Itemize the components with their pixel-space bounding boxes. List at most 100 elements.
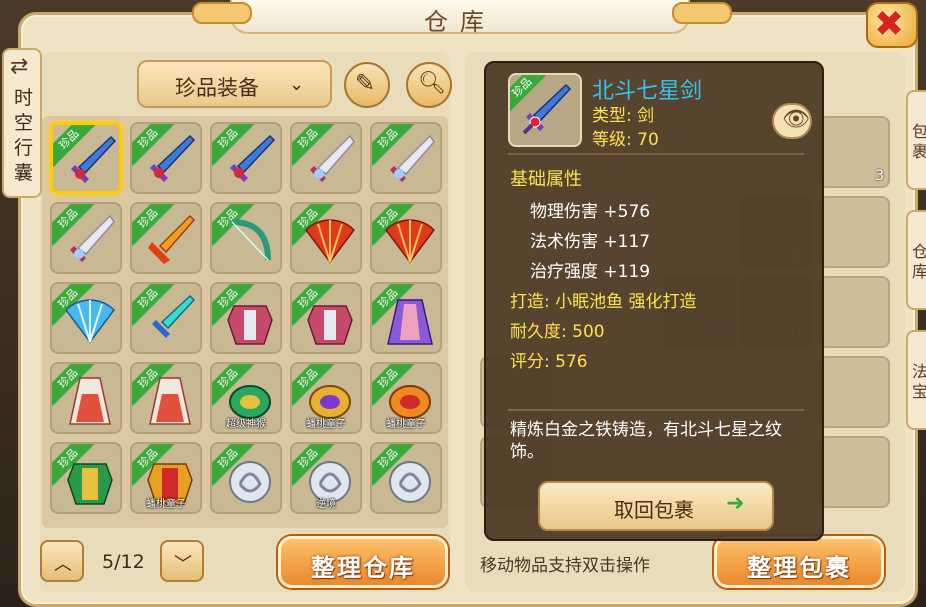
tooltip-attr-row: 物理伤害 +576	[530, 202, 651, 222]
red-fan-icon	[385, 219, 435, 264]
tooltip-base-attrs-title: 基础属性	[510, 169, 582, 190]
tooltip-item-icon: 珍品	[508, 73, 582, 147]
warehouse-item-slot[interactable]: 珍品	[290, 282, 362, 354]
warehouse-item-slot[interactable]: 珍品	[370, 202, 442, 274]
bag-item-slot[interactable]	[818, 276, 890, 348]
warehouse-item-slot[interactable]: 珍品	[210, 282, 282, 354]
tooltip-description: 精炼白金之铁铸造，有北斗七星之纹饰。	[510, 420, 782, 462]
warehouse-item-slot[interactable]: 珍品	[50, 282, 122, 354]
page-prev-button[interactable]: ︿	[40, 540, 84, 582]
tooltip-item-art: 珍品	[510, 75, 580, 145]
pencil-icon: ✎	[355, 69, 376, 97]
warehouse-item-slot[interactable]: 珍品 超级神猴	[210, 362, 282, 434]
purple-robe-icon	[387, 299, 433, 345]
bag-item-slot[interactable]	[818, 196, 890, 268]
tab-treasure-label: 法宝	[912, 362, 926, 401]
sword-icon	[522, 83, 572, 135]
tooltip-attr-row: 治疗强度 +119	[530, 262, 651, 282]
bag-item-slot[interactable]	[818, 436, 890, 508]
edit-button[interactable]: ✎	[344, 62, 390, 108]
title-bar: 仓库	[192, 0, 732, 36]
warehouse-item-slot[interactable]: 珍品	[210, 442, 282, 514]
warehouse-item-slot[interactable]: 珍品	[130, 282, 202, 354]
tab-warehouse[interactable]: 仓库	[906, 210, 926, 310]
tab-bag[interactable]: 包裹	[906, 90, 926, 190]
cyan-dagger-icon	[152, 294, 196, 338]
warehouse-item-slot[interactable]: 珍品	[50, 202, 122, 274]
category-dropdown-label: 珍品装备	[175, 76, 259, 100]
warehouse-item-slot[interactable]: 珍品	[370, 442, 442, 514]
warehouse-item-slot[interactable]: 珍品	[290, 122, 362, 194]
search-button[interactable]: 🔍︎	[406, 62, 452, 108]
side-tab-time-bag[interactable]: ⇄ 时空行囊	[2, 48, 42, 198]
item-count: 3	[875, 168, 884, 184]
preview-button[interactable]: 👁︎	[772, 103, 812, 139]
red-fan-icon	[305, 219, 355, 264]
chevron-down-icon: ⌄	[289, 74, 305, 95]
warehouse-grid: 珍品 珍品 珍品 珍品 珍品 珍品 珍品 珍品 珍品 珍品 珍品 珍品 珍品 珍品 珍品 珍品 珍品 珍品 超级神猴…	[42, 116, 448, 528]
sort-warehouse-button[interactable]: 整理仓库	[278, 536, 448, 588]
close-icon: ✖	[874, 4, 905, 45]
warehouse-item-slot[interactable]: 珍品	[50, 122, 122, 194]
eye-icon: 👁︎	[782, 107, 810, 132]
page-next-button[interactable]: ﹀	[160, 540, 204, 582]
bag-item-slot[interactable]: 3	[818, 116, 890, 188]
warehouse-item-slot[interactable]: 珍品	[130, 122, 202, 194]
silver-blade-icon	[390, 134, 435, 182]
item-owner-tag: 蟠桃童子	[306, 419, 346, 430]
item-owner-tag: 超级神猴	[226, 419, 266, 430]
sort-warehouse-label: 整理仓库	[311, 554, 415, 582]
blue-sword-icon	[150, 134, 196, 182]
game-screen: 仓库 ✖ ⇄ 时空行囊 珍品装备 ⌄ ✎ 🔍︎ 珍品 珍品 珍品 珍品 珍品 珍品 珍品 珍品…	[0, 0, 926, 607]
warehouse-item-slot[interactable]: 珍品	[370, 282, 442, 354]
warehouse-item-slot[interactable]: 珍品	[370, 122, 442, 194]
arrow-right-icon: ➜	[726, 491, 745, 516]
tooltip-durability: 耐久度: 500	[510, 322, 605, 342]
warehouse-item-slot[interactable]: 珍品	[210, 202, 282, 274]
warehouse-item-slot[interactable]: 珍品 蟠桃童子	[290, 362, 362, 434]
tab-warehouse-label: 仓库	[912, 242, 926, 281]
close-button[interactable]: ✖	[866, 2, 918, 48]
green-bow-icon	[231, 219, 271, 261]
tooltip-item-type: 类型: 剑	[592, 106, 655, 126]
warehouse-item-slot[interactable]: 珍品	[290, 202, 362, 274]
silver-amulet-icon	[229, 461, 271, 503]
silver-amulet-icon	[389, 461, 431, 503]
bag-item-slot[interactable]	[818, 356, 890, 428]
item-owner-tag: 蟠桃童子	[386, 419, 426, 430]
warehouse-item-slot[interactable]: 珍品 逆境	[290, 442, 362, 514]
warehouse-item-slot[interactable]: 珍品	[130, 362, 202, 434]
warehouse-item-slot[interactable]: 珍品	[210, 122, 282, 194]
warehouse-item-slot[interactable]: 珍品 蟠桃童子	[130, 442, 202, 514]
silver-blade-icon	[70, 214, 115, 262]
side-tab-label: 时空行囊	[14, 87, 34, 184]
red-armor-icon	[307, 305, 353, 345]
warehouse-item-slot[interactable]: 珍品	[50, 442, 122, 514]
tooltip-score: 评分: 576	[510, 352, 588, 372]
window-title: 仓库	[424, 8, 496, 36]
tab-treasure[interactable]: 法宝	[906, 330, 926, 430]
tooltip-item-level: 等级: 70	[592, 130, 659, 150]
tooltip-divider	[508, 409, 804, 411]
warehouse-item-slot[interactable]: 珍品	[50, 362, 122, 434]
category-dropdown[interactable]: 珍品装备 ⌄	[137, 60, 332, 108]
retrieve-to-bag-button[interactable]: 取回包裹 ➜	[538, 481, 774, 531]
retrieve-label: 取回包裹	[614, 498, 694, 522]
item-owner-tag: 逆境	[316, 499, 336, 510]
blue-fan-icon	[65, 299, 115, 344]
red-dress-icon	[69, 377, 111, 425]
green-armor-icon	[67, 463, 113, 505]
red-dress-icon	[149, 377, 191, 425]
sort-bag-label: 整理包裹	[747, 554, 851, 582]
warehouse-item-slot[interactable]: 珍品	[130, 202, 202, 274]
chevron-up-icon: ︿	[54, 554, 72, 575]
warehouse-item-slot[interactable]: 珍品 蟠桃童子	[370, 362, 442, 434]
blue-sword-icon	[71, 135, 117, 183]
item-tooltip: 珍品 北斗七星剑 类型: 剑 等级: 70 👁︎ 基础属性 物理伤害 +576 …	[484, 61, 824, 541]
red-armor-icon	[227, 305, 273, 345]
fire-sword-icon	[148, 214, 196, 264]
sort-bag-button[interactable]: 整理包裹	[714, 536, 884, 588]
double-click-hint: 移动物品支持双击操作	[480, 556, 650, 576]
page-indicator: 5/12	[102, 551, 145, 573]
tooltip-forge: 打造: 小眠池鱼 强化打造	[510, 292, 697, 312]
